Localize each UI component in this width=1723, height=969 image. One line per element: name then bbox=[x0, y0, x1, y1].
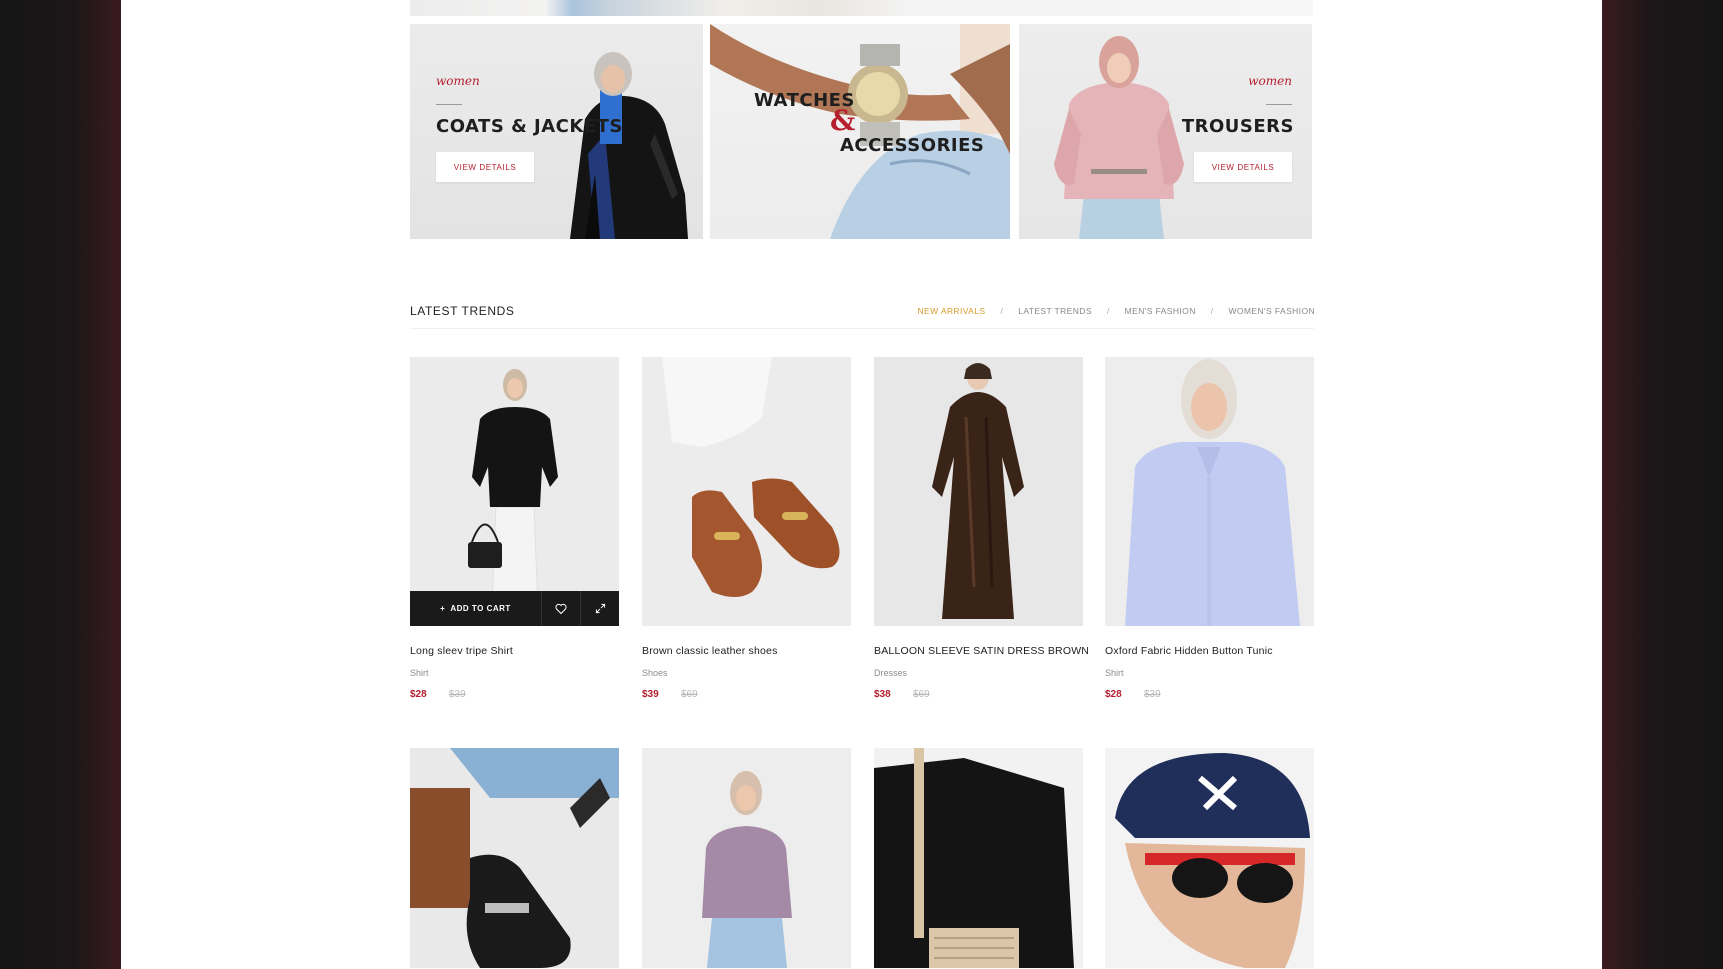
product-old-price: $69 bbox=[681, 689, 698, 700]
product-card[interactable] bbox=[874, 748, 1083, 968]
product-price: $28 bbox=[410, 689, 427, 700]
product-price: $38 bbox=[874, 689, 891, 700]
product-image[interactable] bbox=[874, 748, 1083, 968]
product-name[interactable]: Oxford Fabric Hidden Button Tunic bbox=[1105, 645, 1273, 657]
view-details-button[interactable]: VIEW DETAILS bbox=[436, 152, 534, 182]
cap-sunglasses-image bbox=[1115, 753, 1310, 968]
product-card[interactable]: Brown classic leather shoes Shoes $39 $6… bbox=[642, 357, 851, 700]
view-details-button[interactable]: VIEW DETAILS bbox=[1194, 152, 1292, 182]
banner-watches-accessories[interactable]: WATCHES & ACCESSORIES bbox=[710, 24, 1010, 239]
filter-mens-fashion[interactable]: MEN'S FASHION bbox=[1125, 306, 1196, 316]
tagline-divider bbox=[1266, 104, 1292, 105]
filter-tabs: NEW ARRIVALS / LATEST TRENDS / MEN'S FAS… bbox=[918, 306, 1316, 316]
left-backdrop bbox=[0, 0, 121, 969]
product-price: $28 bbox=[1105, 689, 1122, 700]
banner-title: COATS & JACKETS bbox=[436, 116, 623, 137]
plus-icon: + bbox=[440, 604, 446, 613]
filter-separator: / bbox=[1000, 306, 1004, 316]
product-image[interactable] bbox=[1105, 748, 1314, 968]
product-card[interactable] bbox=[1105, 748, 1314, 968]
satin-dress-image bbox=[932, 363, 1024, 619]
blue-tunic-image bbox=[1125, 359, 1300, 626]
product-card[interactable] bbox=[642, 748, 851, 968]
page: women COATS & JACKETS VIEW DETAILS WATCH… bbox=[121, 0, 1602, 969]
model-black-top-image bbox=[468, 369, 558, 608]
crossbody-bag-image bbox=[874, 748, 1083, 968]
product-image[interactable] bbox=[410, 748, 619, 968]
product-category: Shoes bbox=[642, 668, 668, 678]
product-price: $39 bbox=[642, 689, 659, 700]
product-old-price: $39 bbox=[449, 689, 466, 700]
product-card[interactable]: Oxford Fabric Hidden Button Tunic Shirt … bbox=[1105, 357, 1314, 700]
product-image[interactable] bbox=[642, 748, 851, 968]
product-name[interactable]: Brown classic leather shoes bbox=[642, 645, 778, 657]
add-to-cart-button[interactable]: + ADD TO CART bbox=[410, 591, 541, 626]
product-card[interactable] bbox=[410, 748, 619, 968]
product-image[interactable] bbox=[1105, 357, 1314, 626]
product-old-price: $39 bbox=[1144, 689, 1161, 700]
product-image[interactable]: + ADD TO CART bbox=[410, 357, 619, 626]
filter-womens-fashion[interactable]: WOMEN'S FASHION bbox=[1229, 306, 1316, 316]
right-backdrop bbox=[1602, 0, 1723, 969]
banner-title-line2: ACCESSORIES bbox=[840, 135, 985, 156]
banner-tagline: women bbox=[436, 74, 480, 88]
filter-separator: / bbox=[1210, 306, 1214, 316]
filter-latest-trends[interactable]: LATEST TRENDS bbox=[1018, 306, 1092, 316]
product-image[interactable] bbox=[874, 357, 1083, 626]
section-divider bbox=[410, 328, 1314, 329]
product-category: Dresses bbox=[874, 668, 908, 678]
product-old-price: $69 bbox=[913, 689, 930, 700]
expand-icon bbox=[595, 603, 605, 614]
black-loafers-image bbox=[410, 748, 619, 968]
section-title: LATEST TRENDS bbox=[410, 304, 515, 318]
tagline-divider bbox=[436, 104, 462, 105]
banner-ampersand: & bbox=[830, 104, 856, 137]
product-action-bar: + ADD TO CART bbox=[410, 591, 619, 626]
banner-title: TROUSERS bbox=[1181, 116, 1294, 137]
product-image[interactable] bbox=[642, 357, 851, 626]
quick-view-button[interactable] bbox=[580, 591, 619, 626]
top-banner-strip bbox=[410, 0, 1313, 16]
add-to-cart-label: ADD TO CART bbox=[450, 604, 511, 613]
product-category: Shirt bbox=[410, 668, 429, 678]
heart-icon bbox=[555, 603, 567, 614]
product-category: Shirt bbox=[1105, 668, 1124, 678]
product-card[interactable]: + ADD TO CART Long sleev tripe Shirt Shi… bbox=[410, 357, 619, 700]
filter-new-arrivals[interactable]: NEW ARRIVALS bbox=[918, 306, 986, 316]
banner-coats-jackets[interactable]: women COATS & JACKETS VIEW DETAILS bbox=[410, 24, 703, 239]
banner-tagline: women bbox=[1248, 74, 1292, 88]
lilac-sweater-image bbox=[702, 771, 792, 968]
product-card[interactable]: BALLOON SLEEVE SATIN DRESS BROWN Dresses… bbox=[874, 357, 1089, 700]
filter-separator: / bbox=[1106, 306, 1110, 316]
product-name[interactable]: Long sleev tripe Shirt bbox=[410, 645, 513, 657]
brown-loafers-image bbox=[662, 357, 840, 597]
product-name[interactable]: BALLOON SLEEVE SATIN DRESS BROWN bbox=[874, 645, 1089, 657]
wishlist-button[interactable] bbox=[541, 591, 580, 626]
banner-trousers[interactable]: women TROUSERS VIEW DETAILS bbox=[1019, 24, 1312, 239]
watch-wrist-image bbox=[710, 24, 1010, 239]
